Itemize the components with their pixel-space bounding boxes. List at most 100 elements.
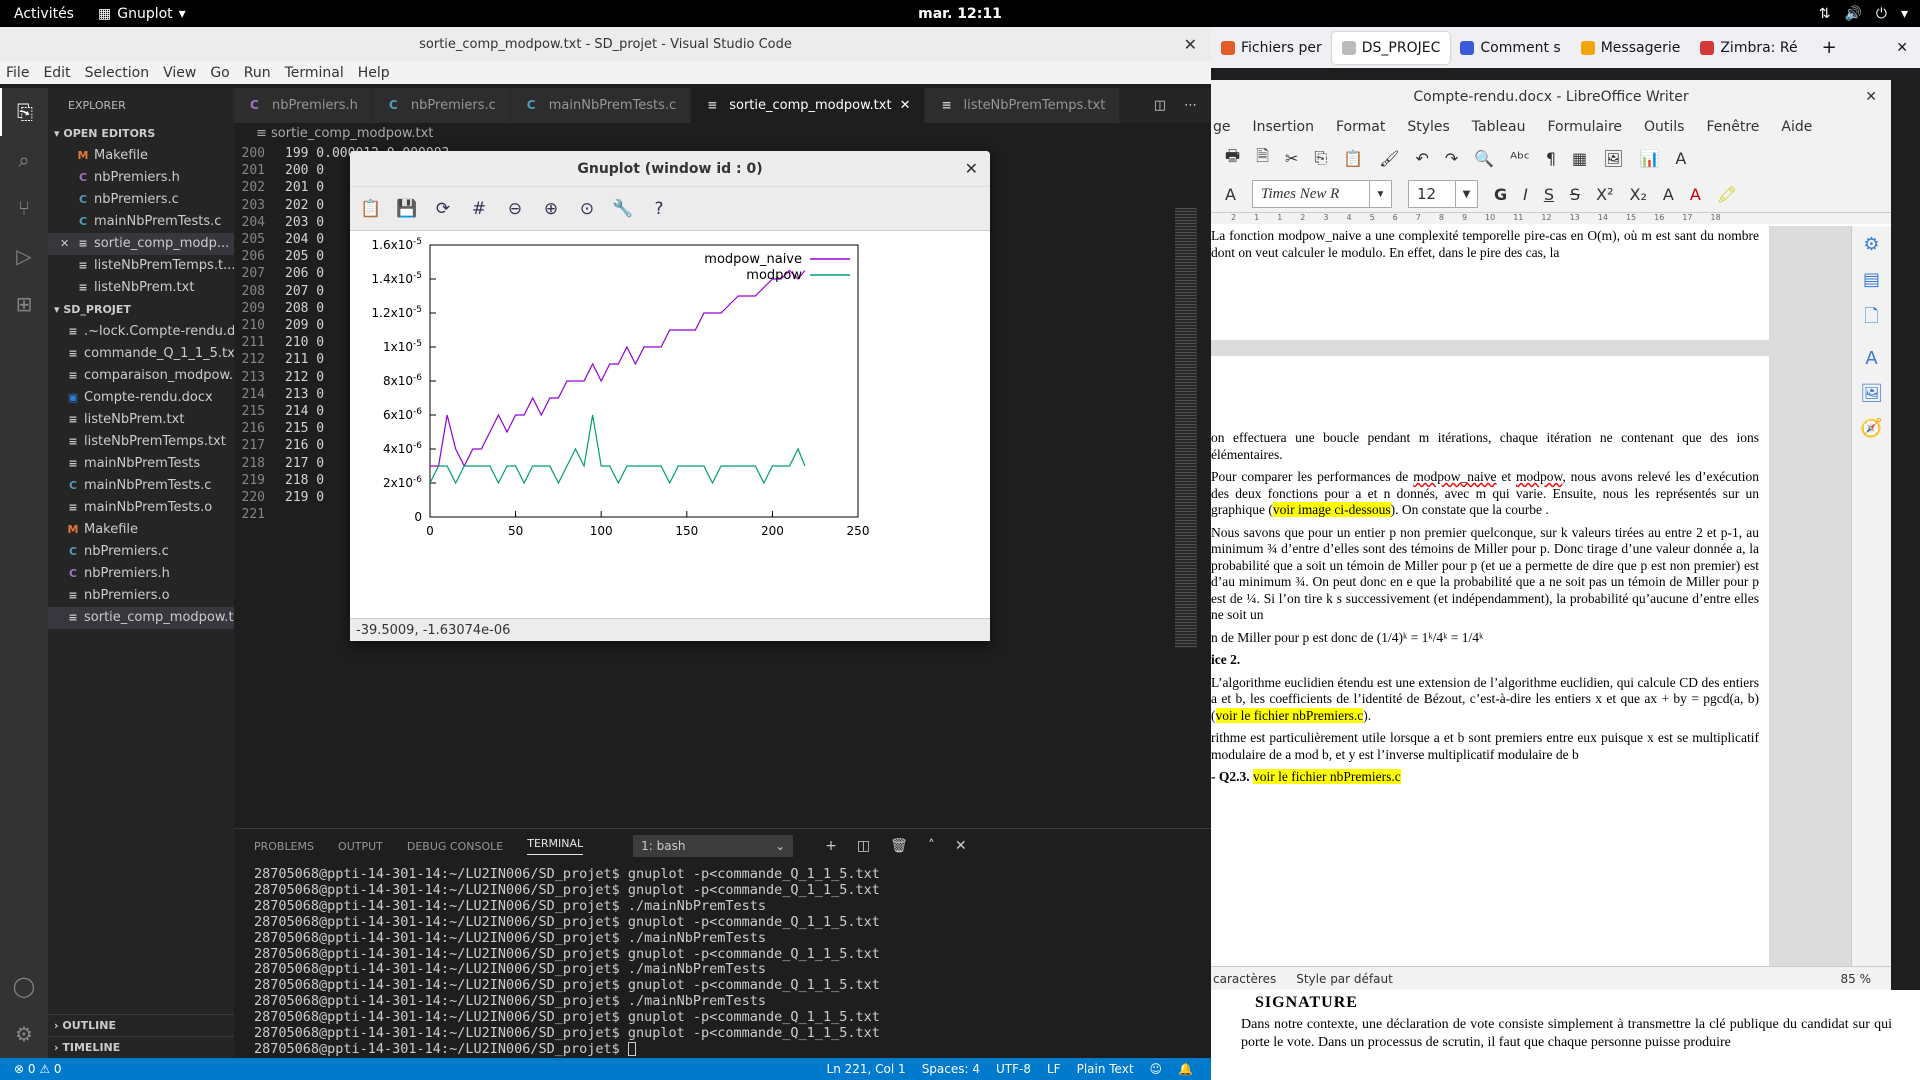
subscript-icon[interactable]: X₂ (1630, 185, 1647, 204)
tab-output[interactable]: OUTPUT (338, 840, 383, 853)
encoding[interactable]: UTF-8 (996, 1062, 1031, 1076)
file-item[interactable]: ≡ commande_Q_1_1_5.txt (48, 343, 234, 365)
search-icon[interactable]: ⌕ (0, 136, 48, 184)
menu-insertion[interactable]: Insertion (1253, 119, 1314, 135)
cursor-position[interactable]: Ln 221, Col 1 (827, 1062, 906, 1076)
menu-edit[interactable]: Edit (43, 65, 70, 81)
page-2[interactable]: on effectuera une boucle pendant m itéra… (1211, 356, 1769, 966)
browser-tab[interactable]: Messagerie (1571, 32, 1691, 64)
close-icon[interactable]: ✕ (900, 98, 911, 113)
file-item[interactable]: CnbPremiers.c (48, 189, 234, 211)
file-item[interactable]: ≡ sortie_comp_modpow.txt (48, 607, 234, 629)
timeline-section[interactable]: › TIMELINE (48, 1036, 234, 1058)
file-item[interactable]: M Makefile (48, 145, 234, 167)
open-editors-section[interactable]: ▾ OPEN EDITORS (48, 123, 234, 145)
clipboard-icon[interactable]: 📋 (360, 199, 382, 219)
bold-icon[interactable]: G (1494, 185, 1507, 204)
clone-format-icon[interactable]: 🖌 (1379, 149, 1399, 168)
close-panel-icon[interactable]: ✕ (955, 838, 967, 854)
menu-run[interactable]: Run (244, 65, 271, 81)
maximize-panel-icon[interactable]: ˄ (928, 838, 935, 854)
more-actions-icon[interactable]: ⋯ (1184, 98, 1197, 113)
properties-icon[interactable]: ▤ (1863, 269, 1880, 290)
problems-count[interactable]: ⊗ 0 ⚠ 0 (0, 1062, 62, 1076)
gallery-icon[interactable]: 🖼 (1860, 383, 1883, 404)
tab-problems[interactable]: PROBLEMS (254, 840, 314, 853)
file-item[interactable]: CmainNbPremTests.c (48, 475, 234, 497)
file-item[interactable]: CnbPremiers.h (48, 563, 234, 585)
system-tray[interactable]: ⇅ 🔊 ⏻ ▾ (1819, 6, 1908, 22)
feedback-icon[interactable]: ☺ (1150, 1062, 1163, 1076)
file-item[interactable]: ≡ mainNbPremTests.o (48, 497, 234, 519)
clear-format-icon[interactable]: A (1663, 185, 1674, 204)
new-terminal-icon[interactable]: + (825, 838, 837, 854)
app-menu[interactable]: ▦ Gnuplot ▾ (88, 6, 196, 22)
file-item[interactable]: ≡ listeNbPremTemps.t... (48, 255, 234, 277)
menu-aide[interactable]: Aide (1781, 119, 1812, 135)
editor-tab[interactable]: ≡ listeNbPremTemps.txt (925, 88, 1121, 123)
textbox-icon[interactable]: A (1675, 149, 1686, 168)
new-tab-icon[interactable]: + (1808, 37, 1851, 58)
line-ending[interactable]: LF (1047, 1062, 1061, 1076)
navigator-icon[interactable]: 🧭 (1860, 418, 1882, 439)
file-item[interactable]: ≡ comparaison_modpow.ps (48, 365, 234, 387)
account-icon[interactable]: ◯ (0, 962, 48, 1010)
language-mode[interactable]: Plain Text (1077, 1062, 1134, 1076)
menu-formulaire[interactable]: Formulaire (1547, 119, 1622, 135)
font-size-box[interactable]: 12 ▼ (1407, 180, 1478, 208)
print-preview-icon[interactable]: 🗎 (1256, 145, 1269, 172)
browser-tab[interactable]: Comment s (1450, 32, 1570, 64)
activities-button[interactable]: Activités (0, 6, 88, 22)
grid-icon[interactable]: # (468, 199, 490, 219)
file-item[interactable]: CnbPremiers.c (48, 541, 234, 563)
breadcrumb[interactable]: ≡ sortie_comp_modpow.txt (234, 123, 1211, 145)
styles-icon[interactable]: A (1865, 348, 1877, 369)
terminal-prompt-line[interactable]: 28705068@ppti-14-301-14:~/LU2IN006/SD_pr… (254, 1041, 1211, 1058)
outline-section[interactable]: › OUTLINE (48, 1014, 234, 1036)
menu-help[interactable]: Help (358, 65, 390, 81)
unzoom-icon[interactable]: ⊙ (576, 199, 598, 219)
menu-tableau[interactable]: Tableau (1472, 119, 1526, 135)
tab-terminal[interactable]: TERMINAL (527, 837, 584, 855)
print-icon[interactable]: 🖶 (1225, 145, 1240, 172)
file-item[interactable]: ✕ ≡ sortie_comp_modp... (48, 233, 234, 255)
zoom-prev-icon[interactable]: ⊖ (504, 199, 526, 219)
table-icon[interactable]: ▦ (1572, 149, 1587, 168)
gnuplot-chart[interactable]: 0 50 100 150 200 250 0 2x10-6 4x10-6 6x10-6 8x10-6… (350, 231, 990, 618)
highlight-icon[interactable]: 🖍 (1717, 185, 1737, 204)
editor-tab[interactable]: ≡ sortie_comp_modpow.txt ✕ (691, 88, 926, 123)
menu-selection[interactable]: Selection (85, 65, 150, 81)
word-count[interactable]: caractères (1213, 972, 1276, 986)
undo-icon[interactable]: ↶ (1415, 149, 1428, 168)
spellcheck-icon[interactable]: ᴬᵇᶜ (1510, 149, 1530, 168)
extensions-icon[interactable]: ⊞ (0, 280, 48, 328)
split-editor-icon[interactable]: ◫ (1154, 98, 1166, 113)
export-icon[interactable]: 💾 (396, 199, 418, 219)
terminal-select[interactable]: 1: bash ⌄ (633, 835, 794, 857)
terminal-output[interactable]: 28705068@ppti-14-301-14:~/LU2IN006/SD_pr… (234, 863, 1211, 1058)
chevron-down-icon[interactable]: ▼ (1454, 181, 1477, 207)
file-item[interactable]: ▣ Compte-rendu.docx (48, 387, 234, 409)
styles-icon[interactable]: A (1225, 185, 1236, 204)
wrench-icon[interactable]: 🔧 (612, 199, 634, 219)
close-icon[interactable]: ✕ (965, 159, 978, 178)
browser-tab[interactable]: Zimbra: Ré (1690, 32, 1807, 64)
file-item[interactable]: ≡ listeNbPremTemps.txt (48, 431, 234, 453)
editor-tab[interactable]: CnbPremiers.c (372, 88, 511, 123)
file-item[interactable]: ≡ mainNbPremTests (48, 453, 234, 475)
menu-view[interactable]: View (163, 65, 196, 81)
menu-outils[interactable]: Outils (1644, 119, 1684, 135)
explorer-icon[interactable]: ⎘ (0, 88, 48, 136)
help-icon[interactable]: ? (648, 199, 670, 219)
file-item[interactable]: ≡ listeNbPrem.txt (48, 409, 234, 431)
browser-tab[interactable]: Fichiers per (1211, 32, 1332, 64)
formatting-marks-icon[interactable]: ¶ (1546, 149, 1556, 168)
clock[interactable]: mar. 12:11 (918, 6, 1002, 22)
zoom-level[interactable]: 85 % (1841, 972, 1892, 986)
minimap[interactable] (1175, 208, 1197, 648)
menu-file[interactable]: File (6, 65, 29, 81)
run-debug-icon[interactable]: ▷ (0, 232, 48, 280)
zoom-next-icon[interactable]: ⊕ (540, 199, 562, 219)
strikethrough-icon[interactable]: S (1570, 185, 1580, 204)
file-item[interactable]: CnbPremiers.h (48, 167, 234, 189)
